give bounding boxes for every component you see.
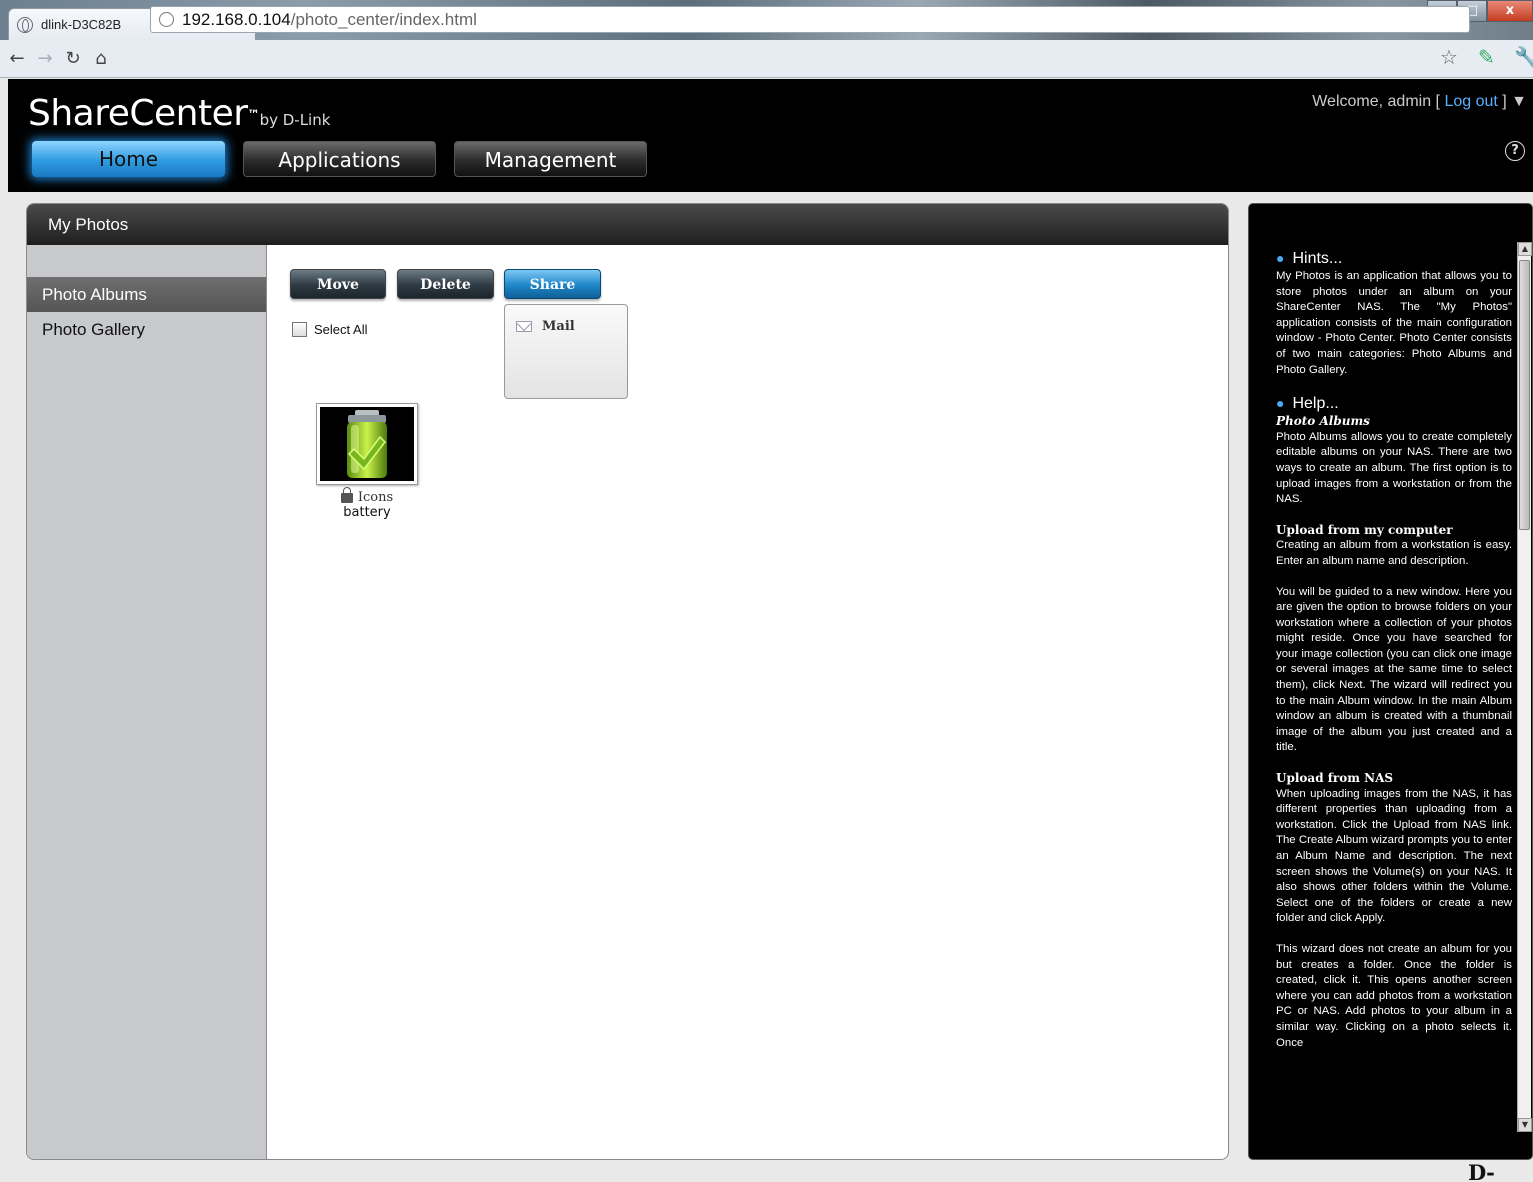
browser-toolbar: ← → ↻ ⌂ — [0, 40, 1533, 78]
guided-text: You will be guided to a new window. Here… — [1276, 585, 1512, 754]
photo-albums-heading: Photo Albums — [1276, 414, 1370, 429]
wrench-icon[interactable]: 🔧 — [1514, 45, 1533, 69]
sharecenter-logo: ShareCenter™by D-Link — [28, 93, 331, 134]
hints-scrollbar[interactable]: ▲ ▼ — [1517, 242, 1532, 1132]
checkbox[interactable] — [292, 322, 307, 337]
select-all-label: Select All — [314, 322, 368, 337]
album-item[interactable]: Icons battery — [316, 403, 418, 520]
help-heading: ● Help... — [1276, 395, 1339, 413]
share-mail-option[interactable]: Mail — [516, 319, 575, 334]
mail-icon — [516, 321, 532, 332]
app-header: ShareCenter™by D-Link Home Applications … — [8, 79, 1533, 192]
hints-text: My Photos is an application that allows … — [1276, 270, 1512, 376]
scroll-thumb[interactable] — [1519, 260, 1530, 530]
sidebar-item-photo-albums[interactable]: Photo Albums — [27, 277, 266, 312]
help-icon[interactable]: ? — [1505, 141, 1525, 161]
lock-icon — [340, 486, 353, 503]
sidebar: Photo Albums Photo Gallery — [27, 245, 267, 1159]
url-text: 192.168.0.104/photo_center/index.html — [182, 9, 477, 29]
close-window-button[interactable]: x — [1487, 0, 1533, 22]
dlink-logo: D-Link — [1468, 1160, 1495, 1182]
album-type: Icons — [316, 486, 418, 505]
home-icon[interactable]: ⌂ — [90, 48, 112, 69]
share-button[interactable]: Share — [504, 269, 601, 299]
hints-panel: ● Hints... My Photos is an application th… — [1248, 203, 1533, 1160]
album-content: Move Delete Share Select All Mail Icons … — [268, 245, 1228, 1159]
back-arrow-icon[interactable]: ← — [6, 48, 28, 69]
wizard-text: This wizard does not create an album for… — [1276, 942, 1512, 1049]
mail-label: Mail — [542, 319, 575, 334]
scroll-up-icon[interactable]: ▲ — [1518, 242, 1532, 256]
hints-content: ● Hints... My Photos is an application th… — [1276, 248, 1512, 1130]
hints-heading: ● Hints... — [1276, 250, 1343, 267]
move-button[interactable]: Move — [290, 269, 386, 299]
album-thumbnail[interactable] — [316, 403, 418, 485]
share-dropdown-menu: Mail — [504, 304, 628, 399]
upload-nas-text: When uploading images from the NAS, it h… — [1276, 787, 1512, 925]
delete-button[interactable]: Delete — [397, 269, 494, 299]
my-photos-panel: My Photos Photo Albums Photo Gallery Mov… — [26, 203, 1229, 1160]
globe-icon — [159, 12, 174, 27]
upload-computer-text: Creating an album from a workstation is … — [1276, 539, 1512, 567]
logout-link[interactable]: Log out — [1444, 93, 1497, 110]
sidebar-item-photo-gallery[interactable]: Photo Gallery — [27, 312, 266, 347]
address-bar[interactable]: 192.168.0.104/photo_center/index.html — [150, 6, 1470, 33]
welcome-text: Welcome, admin [ Log out ] ▼ — [1312, 93, 1527, 110]
album-type-label: Icons — [357, 490, 394, 505]
bookmark-star-icon[interactable]: ☆ — [1440, 45, 1458, 69]
reload-icon[interactable]: ↻ — [62, 48, 84, 69]
photo-albums-text: Photo Albums allows you to create comple… — [1276, 430, 1512, 506]
upload-computer-heading: Upload from my computer — [1276, 522, 1453, 537]
nav-home-button[interactable]: Home — [32, 141, 225, 177]
battery-icon — [347, 410, 387, 478]
forward-arrow-icon[interactable]: → — [34, 48, 56, 69]
nav-applications-button[interactable]: Applications — [243, 141, 436, 177]
upload-nas-heading: Upload from NAS — [1276, 771, 1394, 786]
nav-management-button[interactable]: Management — [454, 141, 647, 177]
scroll-down-icon[interactable]: ▼ — [1518, 1118, 1532, 1132]
pencil-icon[interactable]: ✎ — [1478, 45, 1495, 69]
globe-icon — [17, 16, 33, 33]
select-all-checkbox[interactable]: Select All — [292, 322, 367, 337]
album-name: battery — [343, 505, 391, 520]
panel-title: My Photos — [27, 204, 1228, 245]
